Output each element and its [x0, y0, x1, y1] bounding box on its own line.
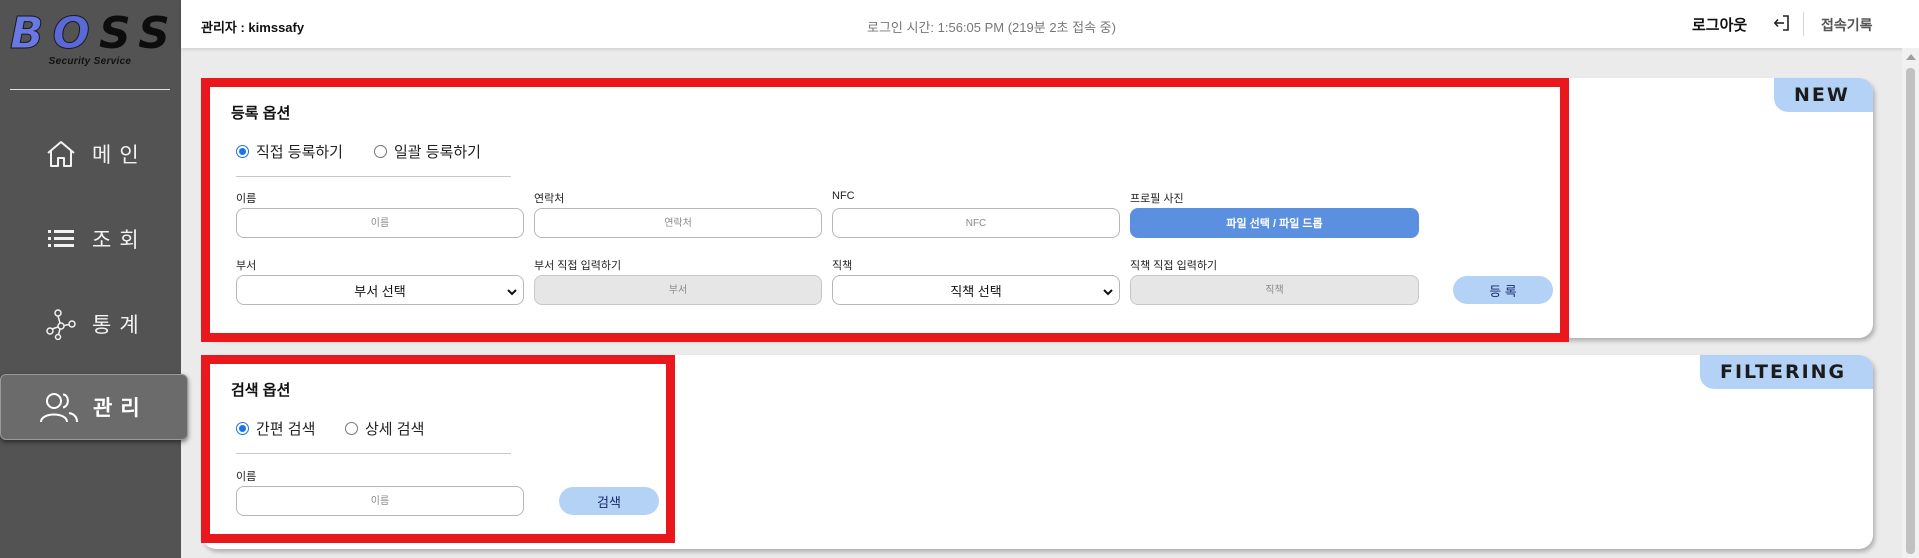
brand-logo: BOSS Security Service	[10, 8, 179, 67]
search-button[interactable]: 검색	[559, 487, 659, 515]
dept-direct-field[interactable]	[534, 275, 822, 305]
radio-checked[interactable]	[236, 145, 249, 158]
sidebar: BOSS Security Service 메인 조회 통계 관리	[0, 0, 188, 558]
dept-select-value: 부서 선택	[354, 283, 406, 299]
scroll-up-arrow[interactable]	[1906, 54, 1916, 60]
bulk-register-option[interactable]: 일괄 등록하기	[374, 141, 481, 162]
position-select-value: 직책 선택	[950, 283, 1002, 299]
top-header: 관리자 : kimssafy 로그인 시간: 1:56:05 PM (219분 …	[181, 0, 1919, 48]
sidebar-item-manage[interactable]: 관리	[0, 374, 188, 440]
dept-select[interactable]: 부서 선택	[236, 275, 524, 305]
nfc-field[interactable]	[832, 208, 1120, 238]
chevron-down-icon	[1103, 285, 1113, 296]
name-label: 이름	[236, 193, 257, 205]
simple-search-option[interactable]: 간편 검색	[236, 418, 315, 439]
sidebar-item-label: 메인	[92, 143, 147, 167]
sidebar-item-label: 통계	[92, 313, 147, 337]
radio-label: 간편 검색	[256, 421, 316, 438]
search-name-label: 이름	[236, 471, 257, 483]
dept-direct-label: 부서 직접 입력하기	[534, 260, 622, 272]
sidebar-item-label: 조회	[92, 228, 147, 252]
sidebar-item-main[interactable]: 메인	[0, 122, 188, 186]
contact-field[interactable]	[534, 208, 822, 238]
radio-unchecked[interactable]	[345, 422, 358, 435]
users-icon	[39, 390, 79, 424]
register-options-title: 등록 옵션	[231, 105, 291, 122]
access-history-link[interactable]: 접속기록	[1821, 15, 1873, 35]
login-time: 로그인 시간: 1:56:05 PM (219분 2초 접속 중)	[867, 20, 1116, 35]
brand-wordmark: BOSS	[10, 8, 179, 59]
logout-button[interactable]: 로그아웃	[1692, 14, 1747, 35]
name-field[interactable]	[236, 208, 524, 238]
filtering-badge: FILTERING	[1700, 355, 1873, 389]
radio-label: 상세 검색	[365, 421, 425, 438]
radio-unchecked[interactable]	[374, 145, 387, 158]
sidebar-item-label: 관리	[93, 396, 148, 420]
position-direct-field[interactable]	[1130, 275, 1419, 305]
radio-checked[interactable]	[236, 422, 249, 435]
direct-register-option[interactable]: 직접 등록하기	[236, 141, 343, 162]
contact-label: 연락처	[534, 193, 565, 205]
position-select[interactable]: 직책 선택	[832, 275, 1120, 305]
radio-label: 직접 등록하기	[256, 144, 343, 161]
search-options-title: 검색 옵션	[231, 382, 291, 399]
profile-photo-label: 프로필 사진	[1130, 193, 1184, 205]
scrollbar[interactable]	[1902, 48, 1919, 558]
options-divider	[236, 453, 511, 454]
scrollbar-thumb[interactable]	[1906, 68, 1915, 554]
position-direct-label: 직책 직접 입력하기	[1130, 260, 1218, 272]
sidebar-item-stats[interactable]: 통계	[0, 292, 188, 356]
header-divider	[1803, 12, 1804, 36]
file-select-button[interactable]: 파일 선택 / 파일 드롭	[1130, 208, 1419, 238]
radio-label: 일괄 등록하기	[394, 144, 481, 161]
divider	[10, 89, 170, 90]
home-icon	[44, 137, 78, 171]
logout-icon[interactable]	[1772, 13, 1792, 33]
dept-label: 부서	[236, 260, 257, 272]
chevron-down-icon	[507, 285, 517, 296]
detailed-search-option[interactable]: 상세 검색	[345, 418, 424, 439]
network-icon	[44, 307, 78, 341]
options-divider	[236, 176, 511, 177]
register-button[interactable]: 등 록	[1453, 276, 1553, 304]
position-label: 직책	[832, 260, 853, 272]
admin-name: 관리자 : kimssafy	[201, 20, 305, 35]
sidebar-item-search[interactable]: 조회	[0, 207, 188, 271]
list-icon	[44, 222, 78, 256]
new-badge: NEW	[1774, 78, 1873, 112]
search-name-field[interactable]	[236, 486, 524, 516]
nfc-label: NFC	[832, 190, 855, 202]
